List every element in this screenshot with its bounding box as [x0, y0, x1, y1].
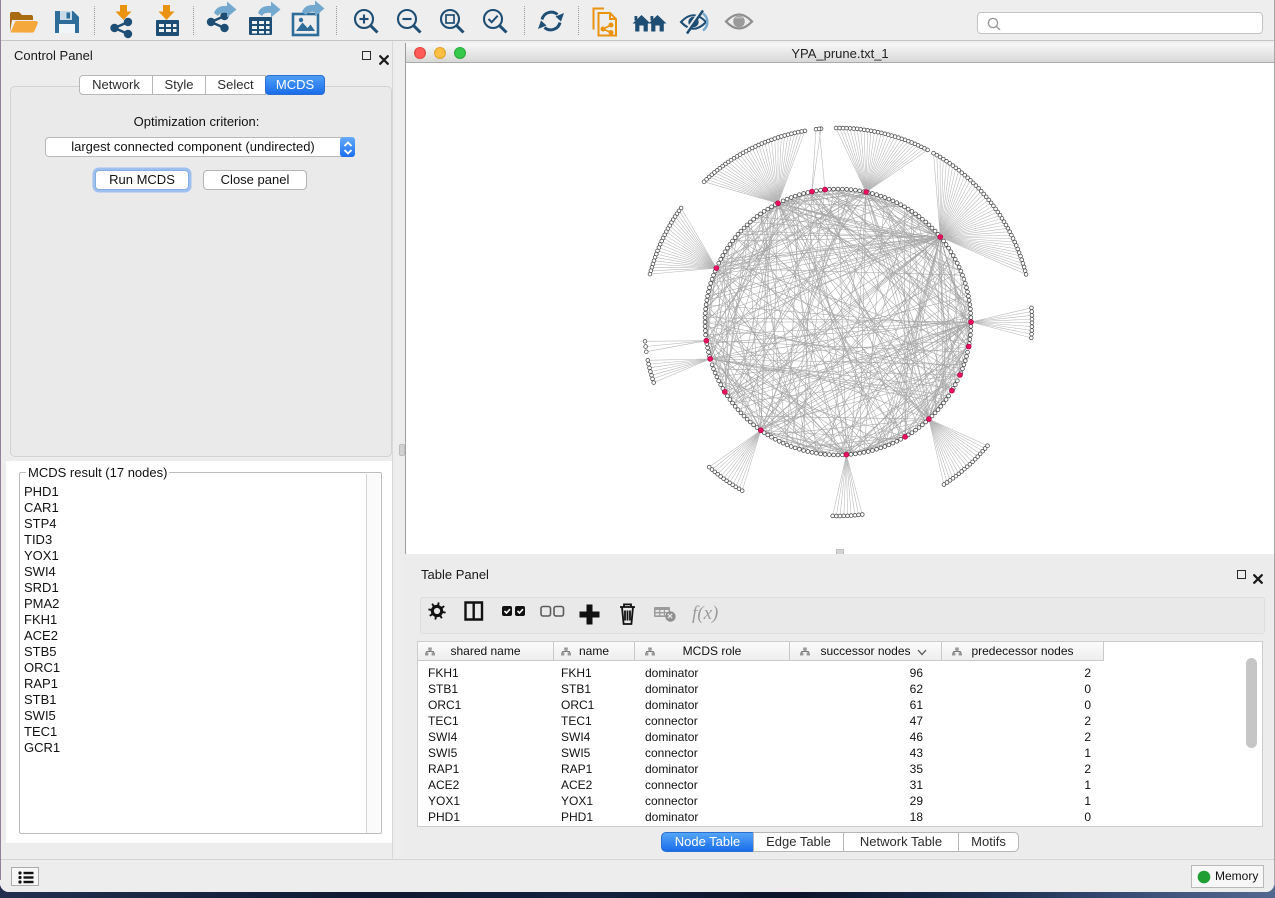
svg-text:f(x): f(x) — [692, 603, 718, 624]
